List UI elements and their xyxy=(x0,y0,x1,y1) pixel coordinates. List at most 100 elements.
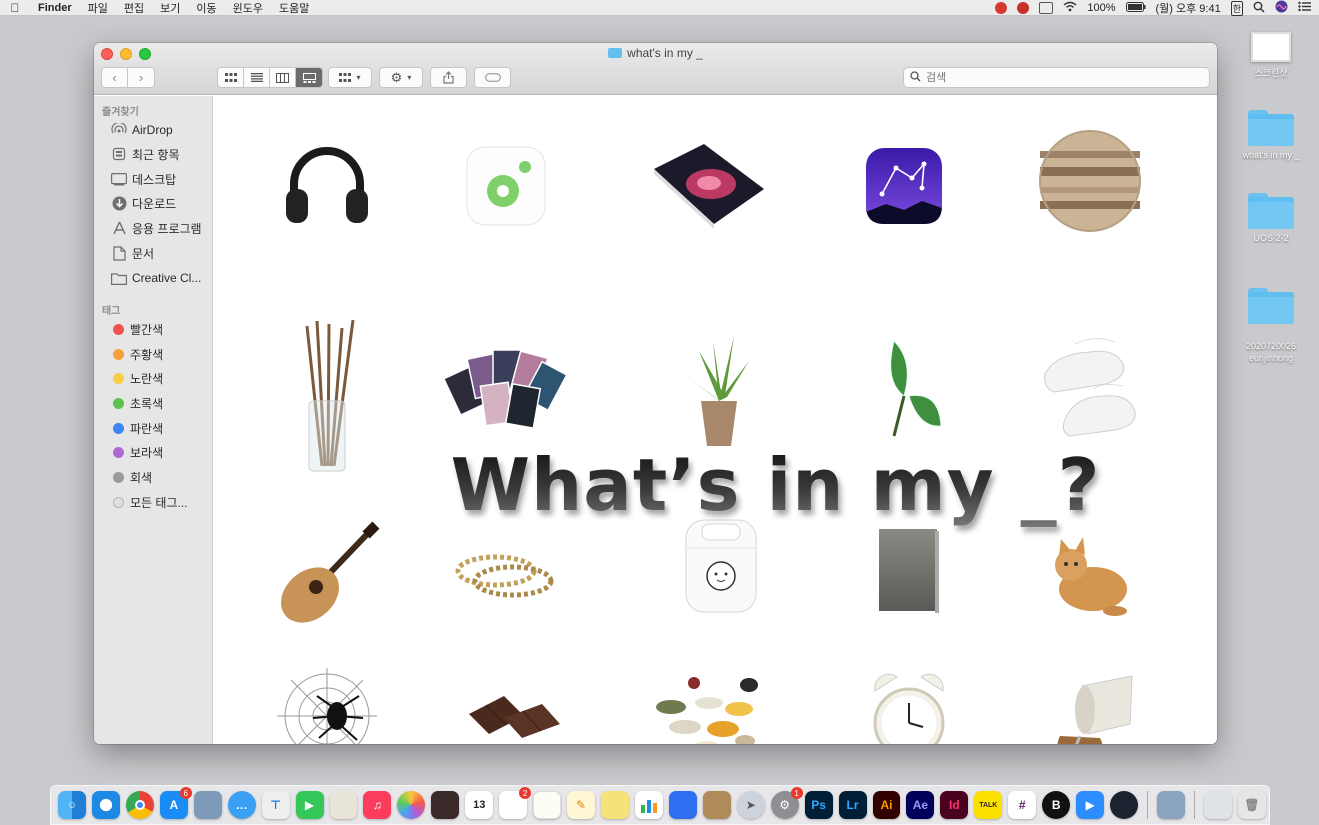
photoshop-dock-icon[interactable]: Ps xyxy=(804,791,833,819)
list-view-button[interactable] xyxy=(244,68,270,87)
numbers-dock-icon[interactable] xyxy=(634,791,663,819)
gallery-item[interactable] xyxy=(654,326,784,456)
slack-dock-icon[interactable]: # xyxy=(1008,791,1037,819)
apple-menu-icon[interactable]:  xyxy=(0,1,30,15)
sidebar-item-documents[interactable]: 문서 xyxy=(110,243,210,263)
display-icon[interactable] xyxy=(1039,2,1054,14)
pages-dock-icon[interactable]: ✎ xyxy=(567,791,596,819)
sidebar-tag-green[interactable]: 초록색 xyxy=(110,393,210,413)
tags-button[interactable] xyxy=(474,67,511,88)
sidebar-tag-orange[interactable]: 주황색 xyxy=(110,344,210,364)
sidebar-item-recents[interactable]: 최근 항목 xyxy=(110,144,210,164)
gallery-item[interactable] xyxy=(1025,656,1155,744)
gallery-item[interactable] xyxy=(449,656,579,744)
battery-percent[interactable]: 100% xyxy=(1087,2,1115,14)
sidebar-tag-blue[interactable]: 파란색 xyxy=(110,418,210,438)
sidebar-item-downloads[interactable]: 다운로드 xyxy=(110,193,210,213)
status-app-icon[interactable] xyxy=(995,2,1008,14)
maps-dock-icon[interactable] xyxy=(329,791,358,819)
menu-file[interactable]: 파일 xyxy=(80,0,116,16)
system-preferences-dock-icon[interactable]: ⚙ 1 xyxy=(770,787,803,819)
lightroom-dock-icon[interactable]: Lr xyxy=(838,791,867,819)
sidebar-all-tags[interactable]: 모든 태그... xyxy=(110,492,210,512)
gallery-item[interactable] xyxy=(262,126,392,246)
notification-center-icon[interactable] xyxy=(1298,1,1311,15)
action-menu-button[interactable]: ⚙ ▾ xyxy=(379,67,423,88)
reminders-dock-icon[interactable]: 2 xyxy=(499,787,532,819)
sidebar-tag-red[interactable]: 빨간색 xyxy=(110,319,210,339)
messages-dock-icon[interactable]: … xyxy=(227,791,256,819)
indesign-dock-icon[interactable]: Id xyxy=(940,791,969,819)
cinema4d-dock-icon[interactable] xyxy=(1110,791,1139,819)
facetime-dock-icon[interactable]: ▶ xyxy=(295,791,324,819)
gallery-item[interactable] xyxy=(844,656,974,744)
menu-view[interactable]: 보기 xyxy=(152,0,188,16)
gallery-item[interactable] xyxy=(262,516,392,636)
gallery-view-button[interactable] xyxy=(296,68,322,87)
menu-help[interactable]: 도움말 xyxy=(271,0,317,16)
icon-view-button[interactable] xyxy=(218,68,244,87)
gallery-item[interactable] xyxy=(644,126,774,246)
calendar-dock-icon[interactable]: 13 xyxy=(465,791,494,819)
battery-icon[interactable] xyxy=(1125,1,1146,15)
column-view-button[interactable] xyxy=(270,68,296,87)
gallery-item[interactable] xyxy=(441,126,571,246)
photos-dock-icon[interactable] xyxy=(397,791,426,819)
kakaotalk-dock-icon[interactable]: TALK xyxy=(974,791,1003,819)
wifi-icon[interactable] xyxy=(1063,1,1077,15)
launchpad-dock-icon[interactable]: ➤ xyxy=(736,791,765,819)
input-source-indicator[interactable]: 한 xyxy=(1230,0,1243,16)
safari-dock-icon[interactable] xyxy=(91,791,120,819)
keynote-slides-dock-icon[interactable] xyxy=(668,791,697,819)
search-field[interactable] xyxy=(903,67,1210,88)
menu-app-name[interactable]: Finder xyxy=(30,2,80,14)
sidebar-tag-yellow[interactable]: 노란색 xyxy=(110,368,210,388)
keynote-dock-icon[interactable]: ⊤ xyxy=(261,791,290,819)
sidebar-tag-purple[interactable]: 보라색 xyxy=(110,442,210,462)
sidebar-tag-gray[interactable]: 회색 xyxy=(110,467,210,487)
zoom-dock-icon[interactable]: ▶ xyxy=(1076,791,1105,819)
menu-edit[interactable]: 편집 xyxy=(116,0,152,16)
after-effects-dock-icon[interactable]: Ae xyxy=(906,791,935,819)
desktop-item-whats-in-my[interactable]: what's in my _ xyxy=(1236,110,1306,160)
app-store-dock-icon[interactable]: A 6 xyxy=(159,787,192,819)
gallery-item[interactable] xyxy=(844,326,974,456)
back-button[interactable]: ‹ xyxy=(102,68,128,87)
sidebar-item-desktop[interactable]: 데스크탑 xyxy=(110,169,210,189)
documents-stack-dock-icon[interactable] xyxy=(1203,791,1232,819)
spotlight-icon[interactable] xyxy=(1253,1,1265,16)
chrome-dock-icon[interactable] xyxy=(125,791,154,819)
search-input[interactable] xyxy=(926,71,1186,84)
trash-icon[interactable]: 🗑 xyxy=(1237,791,1266,819)
siri-icon[interactable] xyxy=(1275,0,1288,16)
illustrator-dock-icon[interactable]: Ai xyxy=(872,791,901,819)
share-button[interactable] xyxy=(430,67,467,88)
group-by-button[interactable]: ▾ xyxy=(328,67,372,88)
desktop-item-screenshots[interactable]: 스크린샷 xyxy=(1236,32,1306,79)
downloads-stack-dock-icon[interactable] xyxy=(1157,791,1185,819)
menu-go[interactable]: 이동 xyxy=(188,0,224,16)
preview-dock-icon[interactable] xyxy=(193,791,222,819)
gallery-item[interactable] xyxy=(644,656,774,744)
contacts-dock-icon[interactable] xyxy=(702,791,731,819)
sidebar-item-creative-cloud[interactable]: Creative Cl... xyxy=(110,268,210,288)
forward-button[interactable]: › xyxy=(128,68,154,87)
gallery-item[interactable] xyxy=(839,126,969,246)
stickies-dock-icon[interactable] xyxy=(601,791,629,819)
bear-dock-icon[interactable]: B xyxy=(1042,791,1071,819)
finder-dock-icon[interactable]: ☺ xyxy=(58,791,86,819)
sidebar-item-airdrop[interactable]: AirDrop xyxy=(110,120,210,140)
menu-window[interactable]: 윈도우 xyxy=(225,0,271,16)
desktop-item-uos[interactable]: UOS 2-2 xyxy=(1236,193,1306,243)
sidebar-item-applications[interactable]: 응용 프로그램 xyxy=(110,218,210,238)
gallery-item[interactable] xyxy=(441,326,571,446)
gallery-item[interactable] xyxy=(1025,516,1155,636)
gallery-item[interactable] xyxy=(1025,121,1155,241)
menubar-clock[interactable]: (월) 오후 9:41 xyxy=(1156,0,1221,16)
photo-booth-dock-icon[interactable] xyxy=(431,791,460,819)
desktop-item-student-folder[interactable]: 2020720026 eunjinhong xyxy=(1236,276,1306,376)
notes-dock-icon[interactable] xyxy=(533,791,562,819)
gallery-item[interactable] xyxy=(262,656,392,744)
status-app-icon-2[interactable] xyxy=(1017,2,1030,14)
music-dock-icon[interactable]: ♫ xyxy=(363,791,392,819)
